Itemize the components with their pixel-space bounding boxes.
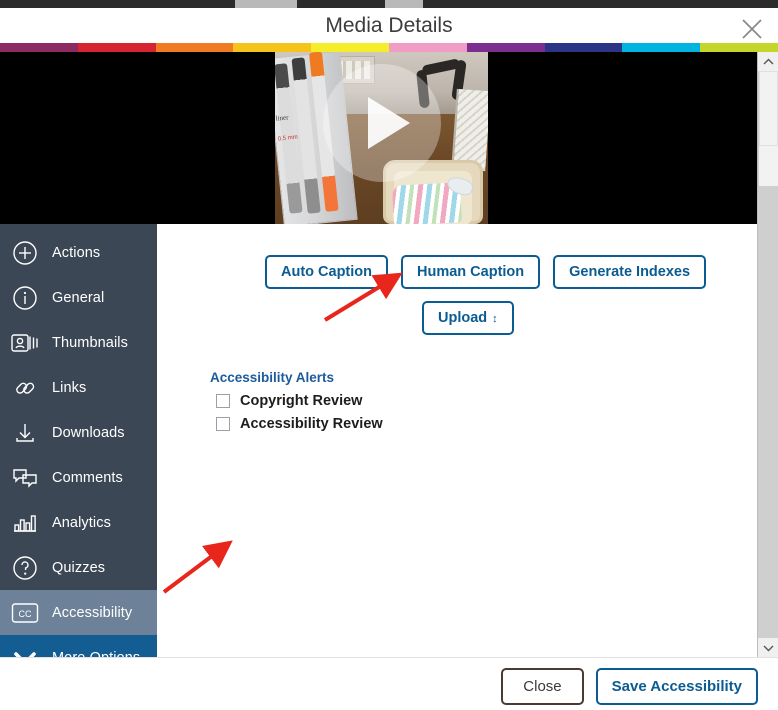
accessibility-review-label: Accessibility Review xyxy=(240,416,383,432)
browser-chrome-strip xyxy=(0,0,778,8)
info-circle-icon xyxy=(10,283,40,313)
accessibility-alerts-title: Accessibility Alerts xyxy=(210,370,540,385)
sidebar-item-quizzes[interactable]: Quizzes xyxy=(0,545,157,590)
close-icon[interactable] xyxy=(740,17,764,41)
sidebar-item-analytics[interactable]: Analytics xyxy=(0,500,157,545)
human-caption-button[interactable]: Human Caption xyxy=(401,255,540,289)
rainbow-segment-6 xyxy=(389,43,467,52)
upload-button-label: Upload xyxy=(438,310,487,326)
link-icon xyxy=(10,373,40,403)
rainbow-segment-2 xyxy=(78,43,156,52)
sidebar-item-general[interactable]: General xyxy=(0,275,157,320)
question-circle-icon xyxy=(10,553,40,583)
accessibility-review-checkbox[interactable] xyxy=(216,417,230,431)
rainbow-segment-4 xyxy=(233,43,311,52)
sidebar-item-label: Thumbnails xyxy=(52,335,128,351)
plus-circle-icon xyxy=(10,238,40,268)
svg-text:CC: CC xyxy=(19,609,32,619)
thumbnails-icon xyxy=(10,328,40,358)
page-title: Media Details xyxy=(0,8,778,43)
thumbnail-books xyxy=(451,89,488,171)
accessibility-review-row[interactable]: Accessibility Review xyxy=(210,416,540,432)
rainbow-segment-9 xyxy=(622,43,700,52)
sidebar-item-label: Accessibility xyxy=(52,605,132,621)
dialog-footer: Close Save Accessibility xyxy=(0,657,778,710)
sidebar-item-links[interactable]: Links xyxy=(0,365,157,410)
footer-button-group: Close Save Accessibility xyxy=(501,668,758,705)
close-button[interactable]: Close xyxy=(501,668,583,705)
caret-icon: ↕ xyxy=(492,313,498,325)
dialog-header: Media Details xyxy=(0,8,778,43)
sidebar: Actions General Thumbnails Links Downloads Co… xyxy=(0,224,157,657)
sidebar-item-actions[interactable]: Actions xyxy=(0,230,157,275)
caption-button-row: Auto Caption Human Caption Generate Inde… xyxy=(265,255,706,289)
sidebar-item-downloads[interactable]: Downloads xyxy=(0,410,157,455)
chrome-chip xyxy=(235,0,297,8)
copyright-review-row[interactable]: Copyright Review xyxy=(210,393,540,409)
media-details-dialog: Media Details liner 0.5 mm xyxy=(0,0,778,710)
scrollbar-track[interactable] xyxy=(759,146,778,186)
generate-indexes-button[interactable]: Generate Indexes xyxy=(553,255,706,289)
video-thumbnail[interactable]: liner 0.5 mm xyxy=(275,52,488,224)
download-icon xyxy=(10,418,40,448)
vertical-scrollbar[interactable] xyxy=(757,52,778,657)
rainbow-segment-7 xyxy=(467,43,545,52)
sidebar-item-comments[interactable]: Comments xyxy=(0,455,157,500)
play-icon[interactable] xyxy=(323,64,441,182)
chevron-down-icon[interactable] xyxy=(758,638,778,657)
accessibility-alerts-section: Accessibility Alerts Copyright Review Ac… xyxy=(210,370,540,439)
scrollbar-thumb[interactable] xyxy=(759,71,778,146)
chevron-up-icon[interactable] xyxy=(758,52,778,71)
sidebar-item-label: Quizzes xyxy=(52,560,105,576)
sidebar-item-label: Comments xyxy=(52,470,123,486)
sidebar-item-label: Actions xyxy=(52,245,100,261)
copyright-review-checkbox[interactable] xyxy=(216,394,230,408)
rainbow-segment-10 xyxy=(700,43,778,52)
copyright-review-label: Copyright Review xyxy=(240,393,362,409)
upload-button[interactable]: Upload ↕ xyxy=(422,301,514,335)
rainbow-segment-1 xyxy=(0,43,78,52)
main-panel: Auto Caption Human Caption Generate Inde… xyxy=(157,224,757,657)
rainbow-segment-5 xyxy=(311,43,389,52)
bar-chart-icon xyxy=(10,508,40,538)
sidebar-item-label: Links xyxy=(52,380,86,396)
rainbow-segment-3 xyxy=(156,43,234,52)
auto-caption-button[interactable]: Auto Caption xyxy=(265,255,388,289)
media-preview-area: liner 0.5 mm xyxy=(0,52,757,224)
chrome-chip xyxy=(385,0,423,8)
rainbow-divider xyxy=(0,43,778,52)
dialog-body: Actions General Thumbnails Links Downloads Co… xyxy=(0,224,757,657)
sidebar-item-label: Downloads xyxy=(52,425,125,441)
closed-caption-icon: CC xyxy=(10,598,40,628)
sidebar-item-thumbnails[interactable]: Thumbnails xyxy=(0,320,157,365)
sidebar-item-accessibility[interactable]: CC Accessibility xyxy=(0,590,157,635)
sidebar-item-label: Analytics xyxy=(52,515,111,531)
upload-button-wrap: Upload ↕ xyxy=(422,301,514,335)
save-accessibility-button[interactable]: Save Accessibility xyxy=(596,668,758,705)
comments-icon xyxy=(10,463,40,493)
sidebar-item-label: General xyxy=(52,290,104,306)
rainbow-segment-8 xyxy=(545,43,623,52)
